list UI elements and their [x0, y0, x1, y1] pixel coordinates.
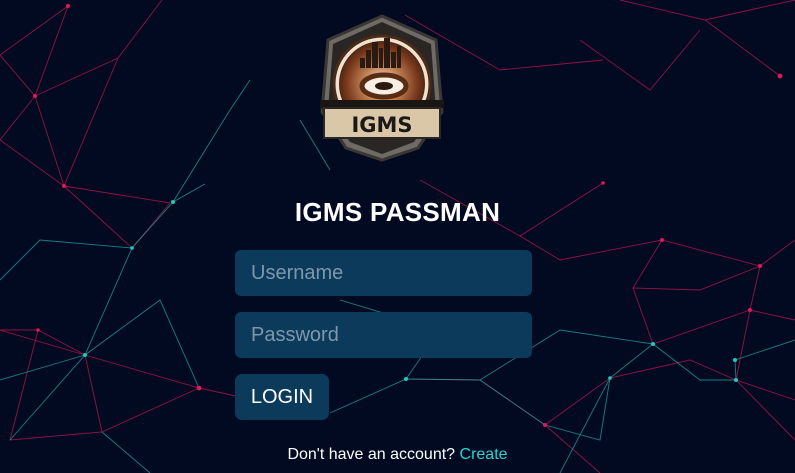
login-button[interactable]: LOGIN	[235, 374, 329, 420]
username-input[interactable]	[235, 250, 532, 296]
igms-logo: IGMS	[318, 14, 446, 162]
create-account-link[interactable]: Create	[460, 446, 508, 463]
signup-prompt: Don't have an account? Create	[0, 446, 795, 464]
signup-prompt-text: Don't have an account?	[287, 446, 460, 463]
logo-text: IGMS	[351, 113, 412, 137]
password-input[interactable]	[235, 312, 532, 358]
page-title: IGMS PASSMAN	[294, 197, 501, 227]
